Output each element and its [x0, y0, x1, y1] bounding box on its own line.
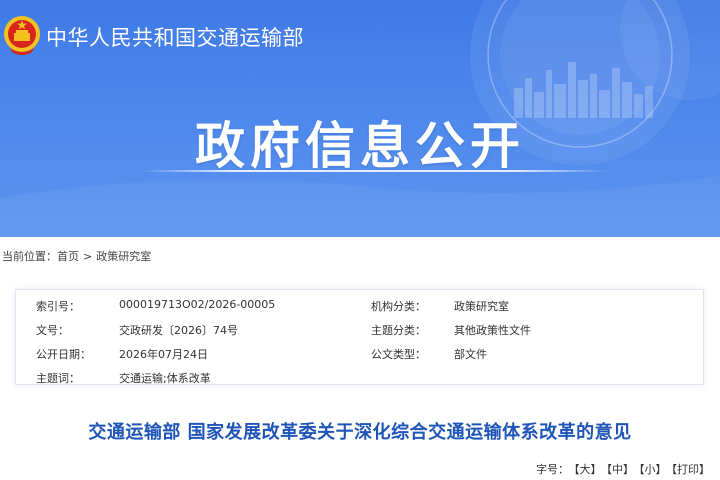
font-large-button[interactable]: 【大】: [574, 463, 602, 476]
date-value: 2026年07月24日: [119, 348, 208, 361]
breadcrumb-label: 当前位置：: [2, 250, 57, 263]
breadcrumb-separator: >: [83, 250, 93, 263]
type-label: 公文类型：: [371, 348, 426, 361]
document-title: 交通运输部 国家发展改革委关于深化综合交通运输体系改革的意见: [88, 422, 632, 443]
topic-label: 主题分类：: [371, 324, 426, 337]
date-label: 公开日期：: [36, 348, 91, 361]
info-row-index: 索引号： 000019713O02/2026-00005 机构分类： 政策研究室: [16, 293, 705, 317]
category-value: 政策研究室: [454, 300, 509, 313]
font-medium-button[interactable]: 【中】: [607, 463, 635, 476]
document-info-panel: 索引号： 000019713O02/2026-00005 机构分类： 政策研究室…: [15, 289, 704, 385]
breadcrumb-current-link[interactable]: 政策研究室: [96, 250, 151, 263]
breadcrumb-home-link[interactable]: 首页: [57, 250, 79, 263]
keywords-label: 主题词：: [36, 372, 80, 385]
header-banner: 中华人民共和国交通运输部 政府信息公开: [0, 0, 720, 237]
font-size-toolbar: 字号： 【大】 【中】 【小】 【打印】: [536, 461, 710, 477]
font-small-button[interactable]: 【小】: [639, 463, 667, 476]
font-size-label: 字号：: [536, 463, 569, 476]
info-row-doc-no: 文号： 交政研发〔2026〕74号 主题分类： 其他政策性文件: [16, 317, 705, 341]
ministry-name: 中华人民共和国交通运输部: [46, 26, 304, 50]
category-label: 机构分类：: [371, 300, 426, 313]
type-value: 部文件: [454, 348, 487, 361]
print-button[interactable]: 【打印】: [672, 463, 711, 476]
doc-no-value: 交政研发〔2026〕74号: [119, 324, 238, 337]
breadcrumb: 当前位置：首页 > 政策研究室: [2, 248, 151, 264]
keywords-value: 交通运输;体系改革: [119, 372, 211, 385]
index-value: 000019713O02/2026-00005: [119, 298, 276, 311]
banner-title: 政府信息公开: [195, 117, 525, 175]
doc-no-label: 文号：: [36, 324, 69, 337]
info-row-date: 公开日期： 2026年07月24日 公文类型： 部文件: [16, 341, 705, 365]
topic-value: 其他政策性文件: [454, 324, 531, 337]
national-emblem-icon: [4, 16, 40, 55]
index-label: 索引号：: [36, 300, 80, 313]
info-row-keywords: 主题词： 交通运输;体系改革: [16, 365, 705, 389]
banner-divider: [140, 170, 608, 172]
